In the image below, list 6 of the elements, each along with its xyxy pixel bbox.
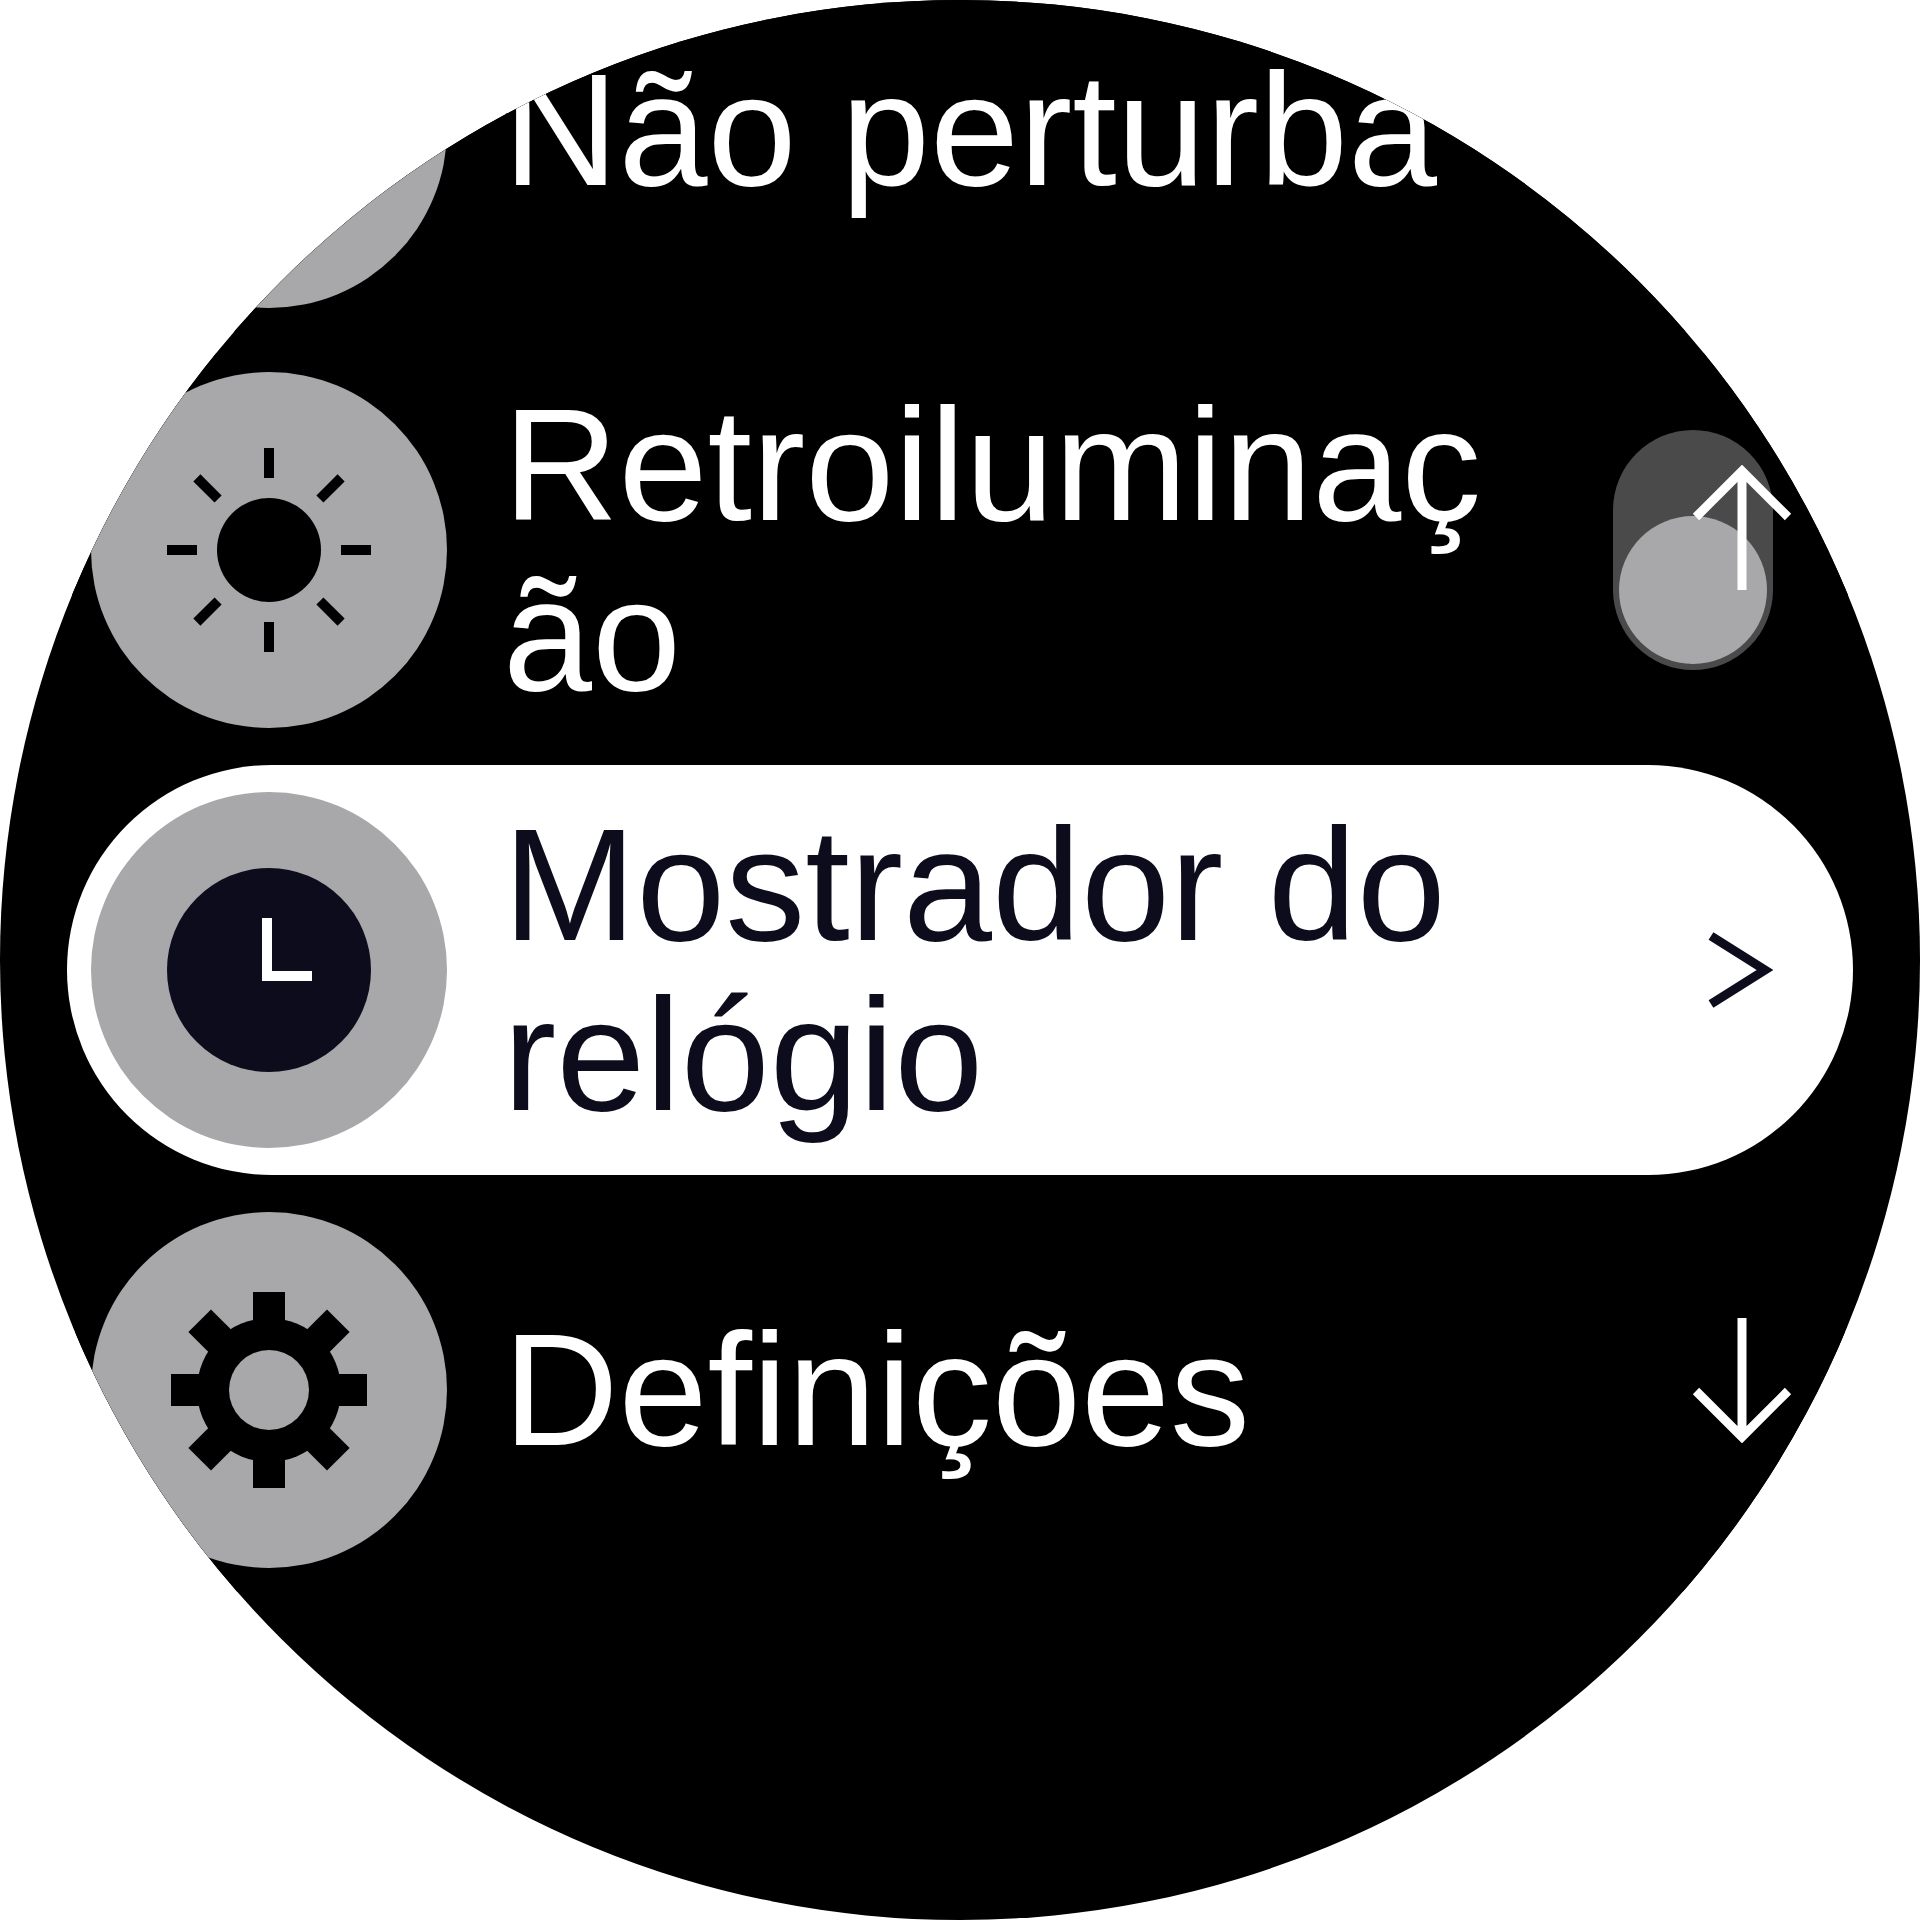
arrow-down-icon [1690, 1318, 1794, 1443]
clock-icon [167, 868, 371, 1072]
menu-item-label: Retroiluminação [503, 380, 1483, 720]
gear-icon [169, 1290, 369, 1490]
arrow-up-icon [1690, 465, 1794, 590]
menu-item[interactable]: Mostrador do relógio [67, 765, 1853, 1175]
